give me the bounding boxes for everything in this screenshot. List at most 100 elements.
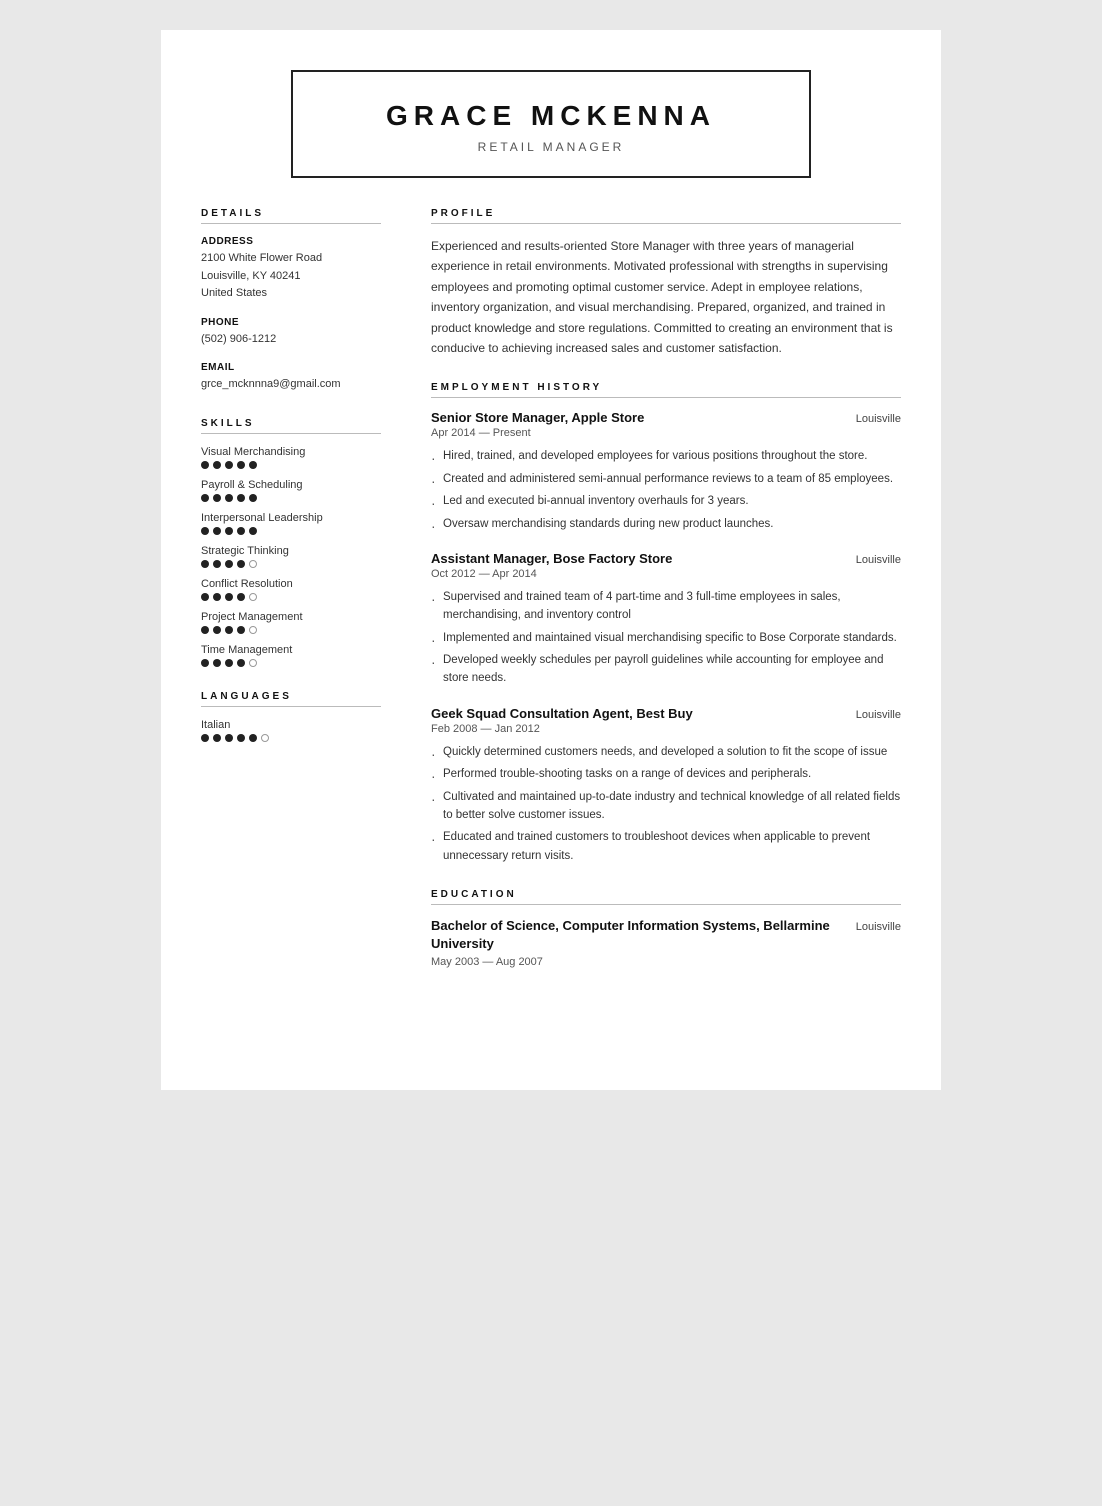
phone-block: PHONE (502) 906-1212 <box>201 317 381 349</box>
dot-filled <box>201 494 209 502</box>
job-location: Louisville <box>856 709 901 721</box>
skill-name: Payroll & Scheduling <box>201 479 381 491</box>
skill-dots <box>201 494 381 502</box>
dot-empty <box>261 734 269 742</box>
phone-text: (502) 906-1212 <box>201 331 381 349</box>
profile-text: Experienced and results-oriented Store M… <box>431 236 901 358</box>
job-date: Oct 2012 — Apr 2014 <box>431 568 901 580</box>
skill-dots <box>201 659 381 667</box>
profile-section: PROFILE Experienced and results-oriented… <box>431 208 901 358</box>
dot-filled <box>213 626 221 634</box>
skills-list: Visual Merchandising Payroll & Scheduling… <box>201 446 381 667</box>
dot-filled <box>225 734 233 742</box>
languages-section: LANGUAGES Italian <box>201 691 381 742</box>
employment-section: EMPLOYMENT HISTORY Senior Store Manager,… <box>431 382 901 865</box>
dot-filled <box>225 527 233 535</box>
email-text: grce_mcknnna9@gmail.com <box>201 376 381 394</box>
resume-page: GRACE MCKENNA RETAIL MANAGER DETAILS ADD… <box>161 30 941 1090</box>
education-section: EDUCATION Bachelor of Science, Computer … <box>431 889 901 967</box>
right-column: PROFILE Experienced and results-oriented… <box>411 208 901 992</box>
dot-filled <box>201 659 209 667</box>
dot-filled <box>213 461 221 469</box>
skill-item: Project Management <box>201 611 381 634</box>
dot-filled <box>201 527 209 535</box>
job-bullet: Educated and trained customers to troubl… <box>431 828 901 865</box>
job-date: Feb 2008 — Jan 2012 <box>431 723 901 735</box>
job-header: Geek Squad Consultation Agent, Best Buy L… <box>431 706 901 721</box>
dot-filled <box>249 527 257 535</box>
header-name: GRACE MCKENNA <box>333 100 769 132</box>
email-block: EMAIL grce_mcknnna9@gmail.com <box>201 362 381 394</box>
languages-section-title: LANGUAGES <box>201 691 381 707</box>
skill-name: Strategic Thinking <box>201 545 381 557</box>
skill-item: Conflict Resolution <box>201 578 381 601</box>
job-bullets: Hired, trained, and developed employees … <box>431 447 901 533</box>
skill-item: Visual Merchandising <box>201 446 381 469</box>
address-label: ADDRESS <box>201 236 381 247</box>
dot-filled <box>213 527 221 535</box>
dot-filled <box>225 626 233 634</box>
job-bullets: Quickly determined customers needs, and … <box>431 743 901 865</box>
jobs-list: Senior Store Manager, Apple StoreLouisvi… <box>431 410 901 865</box>
dot-filled <box>213 659 221 667</box>
job-bullets: Supervised and trained team of 4 part-ti… <box>431 588 901 688</box>
job-bullet: Supervised and trained team of 4 part-ti… <box>431 588 901 625</box>
job-location: Louisville <box>856 413 901 425</box>
skill-name: Conflict Resolution <box>201 578 381 590</box>
job-bullet: Implemented and maintained visual mercha… <box>431 629 901 647</box>
dot-filled <box>237 593 245 601</box>
job-bullet: Oversaw merchandising standards during n… <box>431 515 901 533</box>
dot-filled <box>237 626 245 634</box>
phone-label: PHONE <box>201 317 381 328</box>
education-entry: Bachelor of Science, Computer Informatio… <box>431 917 901 967</box>
job-title: Geek Squad Consultation Agent, Best Buy <box>431 706 693 721</box>
job-bullet: Led and executed bi-annual inventory ove… <box>431 492 901 510</box>
employment-section-title: EMPLOYMENT HISTORY <box>431 382 901 398</box>
skill-name: Visual Merchandising <box>201 446 381 458</box>
dot-filled <box>201 461 209 469</box>
address-block: ADDRESS 2100 White Flower RoadLouisville… <box>201 236 381 303</box>
dot-filled <box>237 560 245 568</box>
skill-dots <box>201 461 381 469</box>
dot-empty <box>249 560 257 568</box>
job-bullet: Quickly determined customers needs, and … <box>431 743 901 761</box>
dot-filled <box>225 560 233 568</box>
job-entry: Geek Squad Consultation Agent, Best Buy L… <box>431 706 901 865</box>
job-bullet: Created and administered semi-annual per… <box>431 470 901 488</box>
skills-section: SKILLS Visual Merchandising Payroll & Sch… <box>201 418 381 667</box>
dot-filled <box>249 494 257 502</box>
header-box: GRACE MCKENNA RETAIL MANAGER <box>291 70 811 178</box>
job-date: Apr 2014 — Present <box>431 427 901 439</box>
edu-header: Bachelor of Science, Computer Informatio… <box>431 917 901 953</box>
header-title: RETAIL MANAGER <box>333 140 769 154</box>
dot-filled <box>237 659 245 667</box>
skill-name: Interpersonal Leadership <box>201 512 381 524</box>
job-entry: Assistant Manager, Bose Factory Store Lou… <box>431 551 901 688</box>
skill-name: Time Management <box>201 644 381 656</box>
dot-filled <box>201 626 209 634</box>
job-title: Assistant Manager, Bose Factory Store <box>431 551 672 566</box>
job-header: Senior Store Manager, Apple StoreLouisvi… <box>431 410 901 425</box>
skill-item: Strategic Thinking <box>201 545 381 568</box>
language-dots <box>201 734 381 742</box>
language-item: Italian <box>201 719 381 742</box>
dot-filled <box>249 461 257 469</box>
job-bullet: Hired, trained, and developed employees … <box>431 447 901 465</box>
job-location: Louisville <box>856 554 901 566</box>
profile-section-title: PROFILE <box>431 208 901 224</box>
dot-filled <box>225 461 233 469</box>
dot-filled <box>213 734 221 742</box>
dot-filled <box>213 560 221 568</box>
job-header: Assistant Manager, Bose Factory Store Lou… <box>431 551 901 566</box>
content-area: DETAILS ADDRESS 2100 White Flower RoadLo… <box>161 208 941 1032</box>
skills-section-title: SKILLS <box>201 418 381 434</box>
details-section: DETAILS ADDRESS 2100 White Flower RoadLo… <box>201 208 381 394</box>
dot-filled <box>213 593 221 601</box>
details-section-title: DETAILS <box>201 208 381 224</box>
dot-filled <box>225 494 233 502</box>
education-section-title: EDUCATION <box>431 889 901 905</box>
job-bullet: Developed weekly schedules per payroll g… <box>431 651 901 688</box>
dot-empty <box>249 593 257 601</box>
skill-item: Interpersonal Leadership <box>201 512 381 535</box>
edu-date: May 2003 — Aug 2007 <box>431 956 901 968</box>
